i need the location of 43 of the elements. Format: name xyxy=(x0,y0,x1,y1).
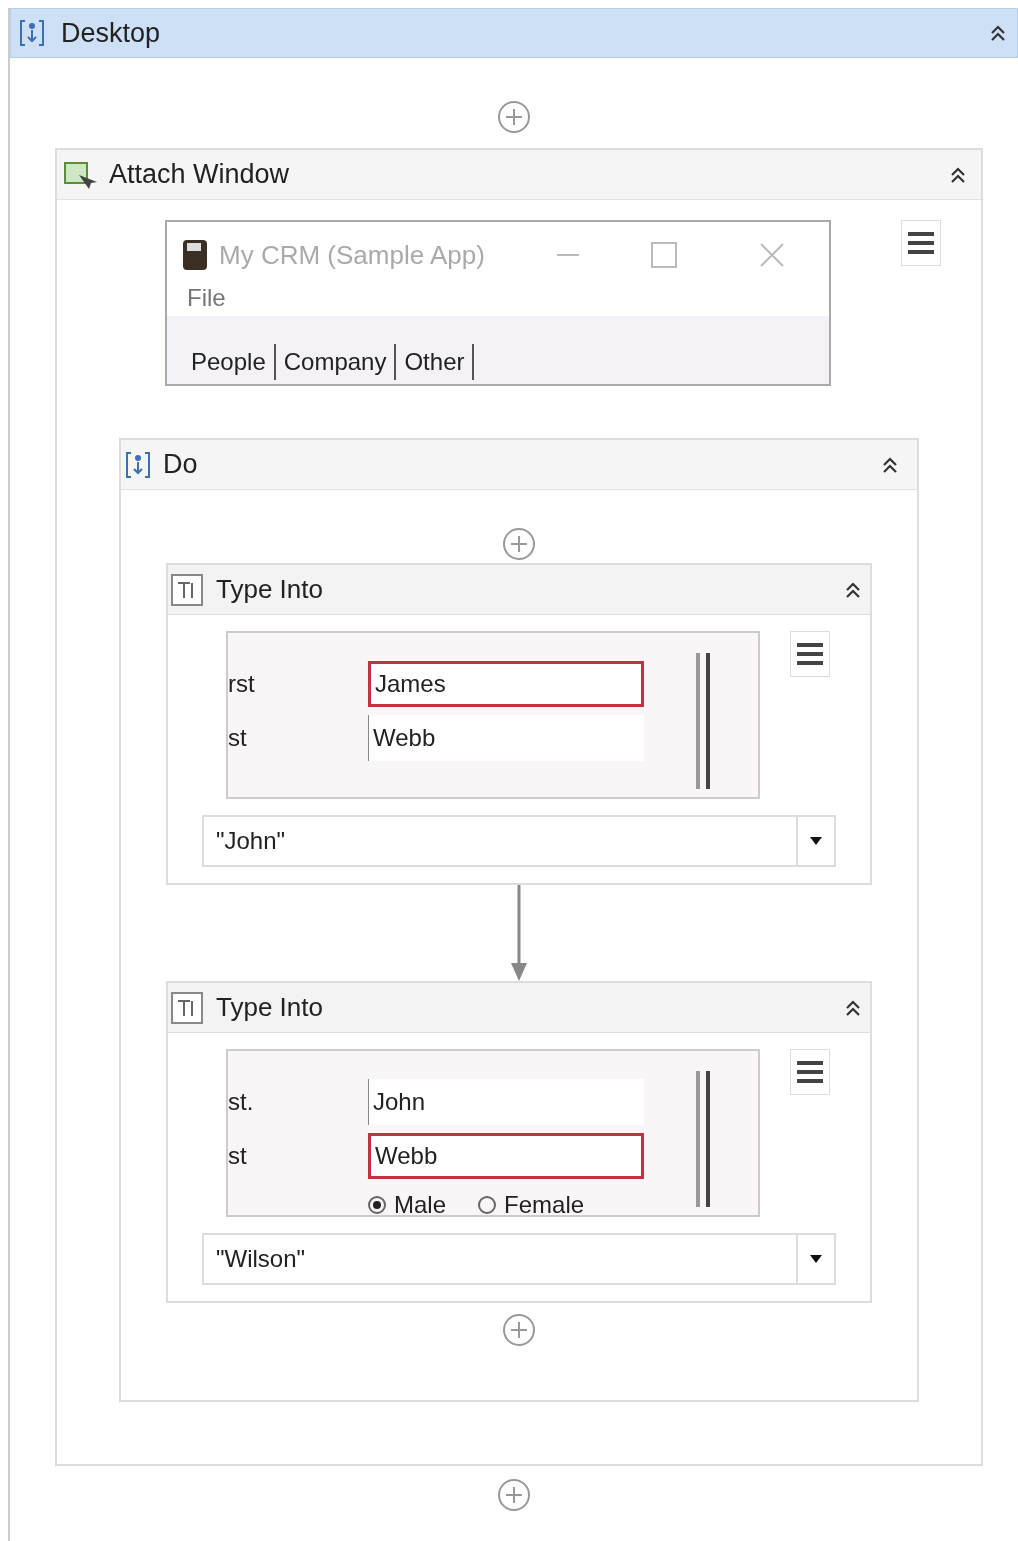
radio-button: Male xyxy=(368,1187,447,1223)
type-into-activity[interactable]: Type Into rst James st Webb "John" xyxy=(166,563,872,885)
field-label: st xyxy=(228,1141,248,1171)
menu-button[interactable] xyxy=(901,220,941,266)
maximize-icon xyxy=(651,242,677,268)
text-field: Webb xyxy=(368,1133,644,1179)
add-activity-icon[interactable] xyxy=(497,100,531,134)
text-field: James xyxy=(368,661,644,707)
window-title: My CRM (Sample App) xyxy=(219,238,486,272)
text-input-field[interactable]: "John" xyxy=(202,815,798,867)
text-field: John xyxy=(368,1079,644,1125)
type-into-icon xyxy=(170,572,204,607)
add-activity-icon[interactable] xyxy=(497,1478,531,1512)
caret-icon xyxy=(810,837,822,845)
field-label: st xyxy=(228,723,248,753)
menu-button[interactable] xyxy=(790,631,830,677)
close-icon xyxy=(759,242,785,268)
field-label: st. xyxy=(228,1087,255,1117)
radio-button: Female xyxy=(478,1187,585,1223)
field-label: rst xyxy=(228,669,256,699)
window-tab: People xyxy=(183,344,276,380)
menu-button[interactable] xyxy=(790,1049,830,1095)
text-input-field[interactable]: "Wilson" xyxy=(202,1233,798,1285)
activity-title: Attach Window xyxy=(109,158,291,192)
activity-title: Type Into xyxy=(216,573,324,606)
dropdown-button[interactable] xyxy=(798,1233,836,1285)
window-tab: Other xyxy=(396,344,475,380)
sequence-icon xyxy=(19,18,45,48)
sequence-title: Desktop xyxy=(61,16,162,50)
attach-window-activity[interactable]: Attach Window My CRM (Sample App) File People Company Other Do Type Into rst James st Webb "John" Type Into st. John st Webb Male Female "Wilson" xyxy=(55,148,983,1466)
sequence-icon xyxy=(125,449,151,480)
dropdown-button[interactable] xyxy=(798,815,836,867)
menu-item: File xyxy=(186,283,227,313)
caret-icon xyxy=(810,1255,822,1263)
activity-title: Type Into xyxy=(216,991,324,1024)
type-into-icon xyxy=(170,990,204,1025)
type-into-activity[interactable]: Type Into st. John st Webb Male Female "Wilson" xyxy=(166,981,872,1303)
window-tab: Company xyxy=(275,344,397,380)
sequence-title: Do xyxy=(163,448,199,482)
add-activity-icon[interactable] xyxy=(502,1313,536,1347)
add-activity-icon[interactable] xyxy=(502,527,536,561)
minimize-icon xyxy=(557,253,579,257)
text-field: Webb xyxy=(368,715,644,761)
